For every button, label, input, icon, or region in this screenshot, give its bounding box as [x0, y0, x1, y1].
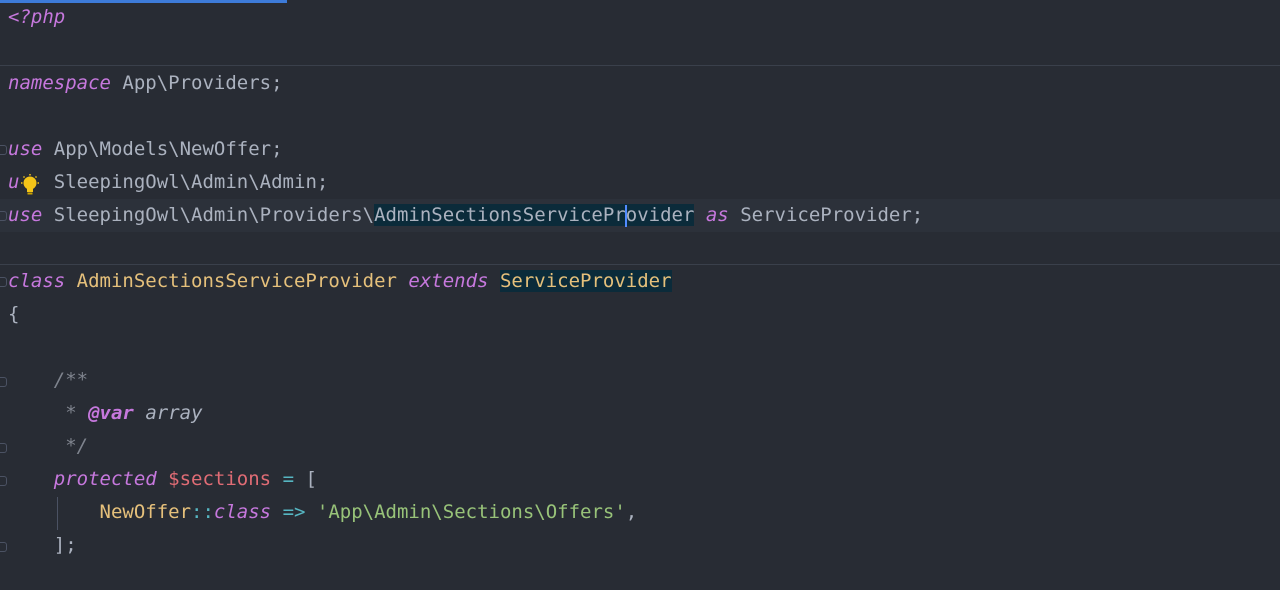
alias-name: ServiceProvider;: [740, 204, 924, 226]
string-value: 'App\Admin\Sections\Offers': [316, 501, 626, 523]
extends-keyword: extends: [408, 270, 489, 292]
code-line[interactable]: use SleepingOwl\Admin\Providers\AdminSec…: [8, 199, 923, 232]
scope-operator: ::: [191, 501, 214, 523]
as-keyword: as: [705, 204, 729, 226]
fold-marker-icon[interactable]: [0, 277, 7, 287]
code-line[interactable]: u SleepingOwl\Admin\Admin;: [8, 166, 328, 199]
open-brace: {: [8, 303, 20, 325]
code-line[interactable]: */: [8, 430, 88, 463]
use-keyword: use: [8, 204, 43, 226]
arrow-operator: =>: [282, 501, 306, 523]
code-line[interactable]: use App\Models\NewOffer;: [8, 133, 283, 166]
fold-marker-icon[interactable]: [0, 443, 7, 453]
separator: [0, 65, 1280, 66]
entry-class: NewOffer: [99, 501, 192, 523]
lightbulb-icon[interactable]: [20, 174, 40, 196]
code-line[interactable]: namespace App\Providers;: [8, 67, 283, 100]
class-constant-keyword: class: [213, 501, 272, 523]
fold-marker-icon[interactable]: [0, 145, 7, 155]
php-open-tag: <?php: [8, 6, 66, 28]
code-line[interactable]: class AdminSectionsServiceProvider exten…: [8, 265, 672, 298]
parent-class-name[interactable]: ServiceProvider: [499, 270, 672, 292]
doc-tag: @var: [88, 402, 134, 424]
fold-marker-icon[interactable]: [0, 211, 7, 221]
use-path: App\Models\NewOffer;: [53, 138, 283, 160]
namespace-name: App\Providers;: [122, 72, 283, 94]
code-line[interactable]: protected $sections = [: [8, 463, 317, 496]
class-keyword: class: [8, 270, 66, 292]
selection-part: ovider: [625, 204, 695, 226]
fold-marker-icon[interactable]: [0, 377, 7, 387]
code-line[interactable]: {: [8, 298, 19, 331]
doc-open: /**: [53, 369, 89, 391]
open-bracket: [: [305, 468, 317, 490]
fold-marker-icon[interactable]: [0, 476, 7, 486]
code-editor[interactable]: <?php namespace App\Providers; use App\M…: [0, 0, 1280, 590]
code-line[interactable]: <?php: [8, 1, 65, 34]
fold-marker-icon[interactable]: [0, 542, 7, 552]
use-path: SleepingOwl\Admin\Providers\: [53, 204, 375, 226]
selection-part: AdminSectionsServicePr: [374, 204, 626, 226]
code-line[interactable]: NewOffer::class => 'App\Admin\Sections\O…: [8, 496, 638, 529]
assign-operator: =: [282, 468, 295, 490]
class-name: AdminSectionsServiceProvider: [76, 270, 397, 292]
doc-type: array: [145, 402, 203, 424]
code-line[interactable]: * @var array: [8, 397, 203, 430]
use-keyword: u: [8, 171, 20, 193]
protected-keyword: protected: [53, 468, 157, 490]
close-bracket: ];: [53, 534, 77, 556]
use-keyword: use: [8, 138, 43, 160]
doc-close: */: [65, 435, 89, 457]
use-path: SleepingOwl\Admin\Admin;: [53, 171, 329, 193]
selected-class-name[interactable]: AdminSectionsServiceProvider: [374, 204, 695, 227]
comma: ,: [625, 501, 638, 523]
namespace-keyword: namespace: [8, 72, 111, 94]
code-line[interactable]: ];: [8, 529, 77, 562]
property-name: $sections: [168, 468, 272, 490]
doc-star: *: [65, 402, 77, 424]
code-line[interactable]: /**: [8, 364, 88, 397]
